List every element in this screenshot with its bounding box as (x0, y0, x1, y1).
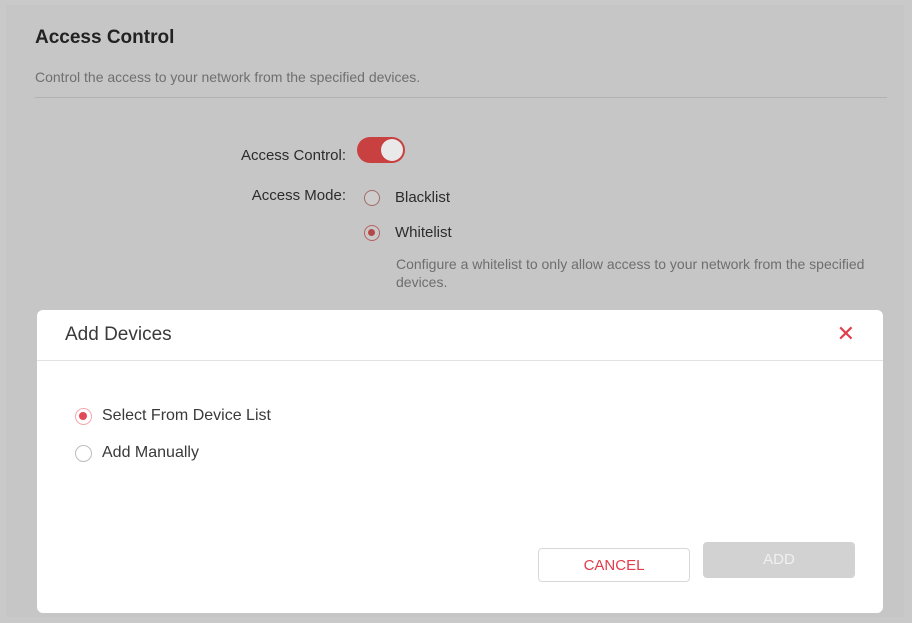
whitelist-hint: Configure a whitelist to only allow acce… (396, 256, 865, 290)
access-mode-label: Access Mode: (251, 187, 346, 204)
whitelist-label[interactable]: Whitelist (395, 224, 452, 241)
modal-title: Add Devices (65, 324, 172, 345)
page-description: Control the access to your network from … (35, 69, 421, 85)
modal-header: Add Devices ✕ (37, 310, 883, 361)
cancel-button[interactable]: CANCEL (538, 548, 690, 582)
access-control-label: Access Control: (240, 147, 346, 164)
whitelist-radio[interactable] (364, 225, 380, 241)
add-manually-radio[interactable] (75, 445, 92, 462)
select-from-device-list-radio[interactable] (75, 408, 92, 425)
toggle-knob (381, 139, 403, 161)
select-from-device-list-label[interactable]: Select From Device List (102, 407, 271, 425)
add-manually-label[interactable]: Add Manually (102, 444, 199, 462)
blacklist-radio[interactable] (364, 190, 380, 206)
access-control-toggle[interactable] (357, 137, 405, 163)
close-icon[interactable]: ✕ (837, 323, 855, 345)
section-divider (35, 97, 887, 98)
blacklist-label[interactable]: Blacklist (395, 189, 450, 206)
page-title: Access Control (35, 27, 175, 48)
add-devices-modal: Add Devices ✕ Select From Device List Ad… (37, 310, 883, 613)
add-button[interactable]: ADD (703, 542, 855, 578)
